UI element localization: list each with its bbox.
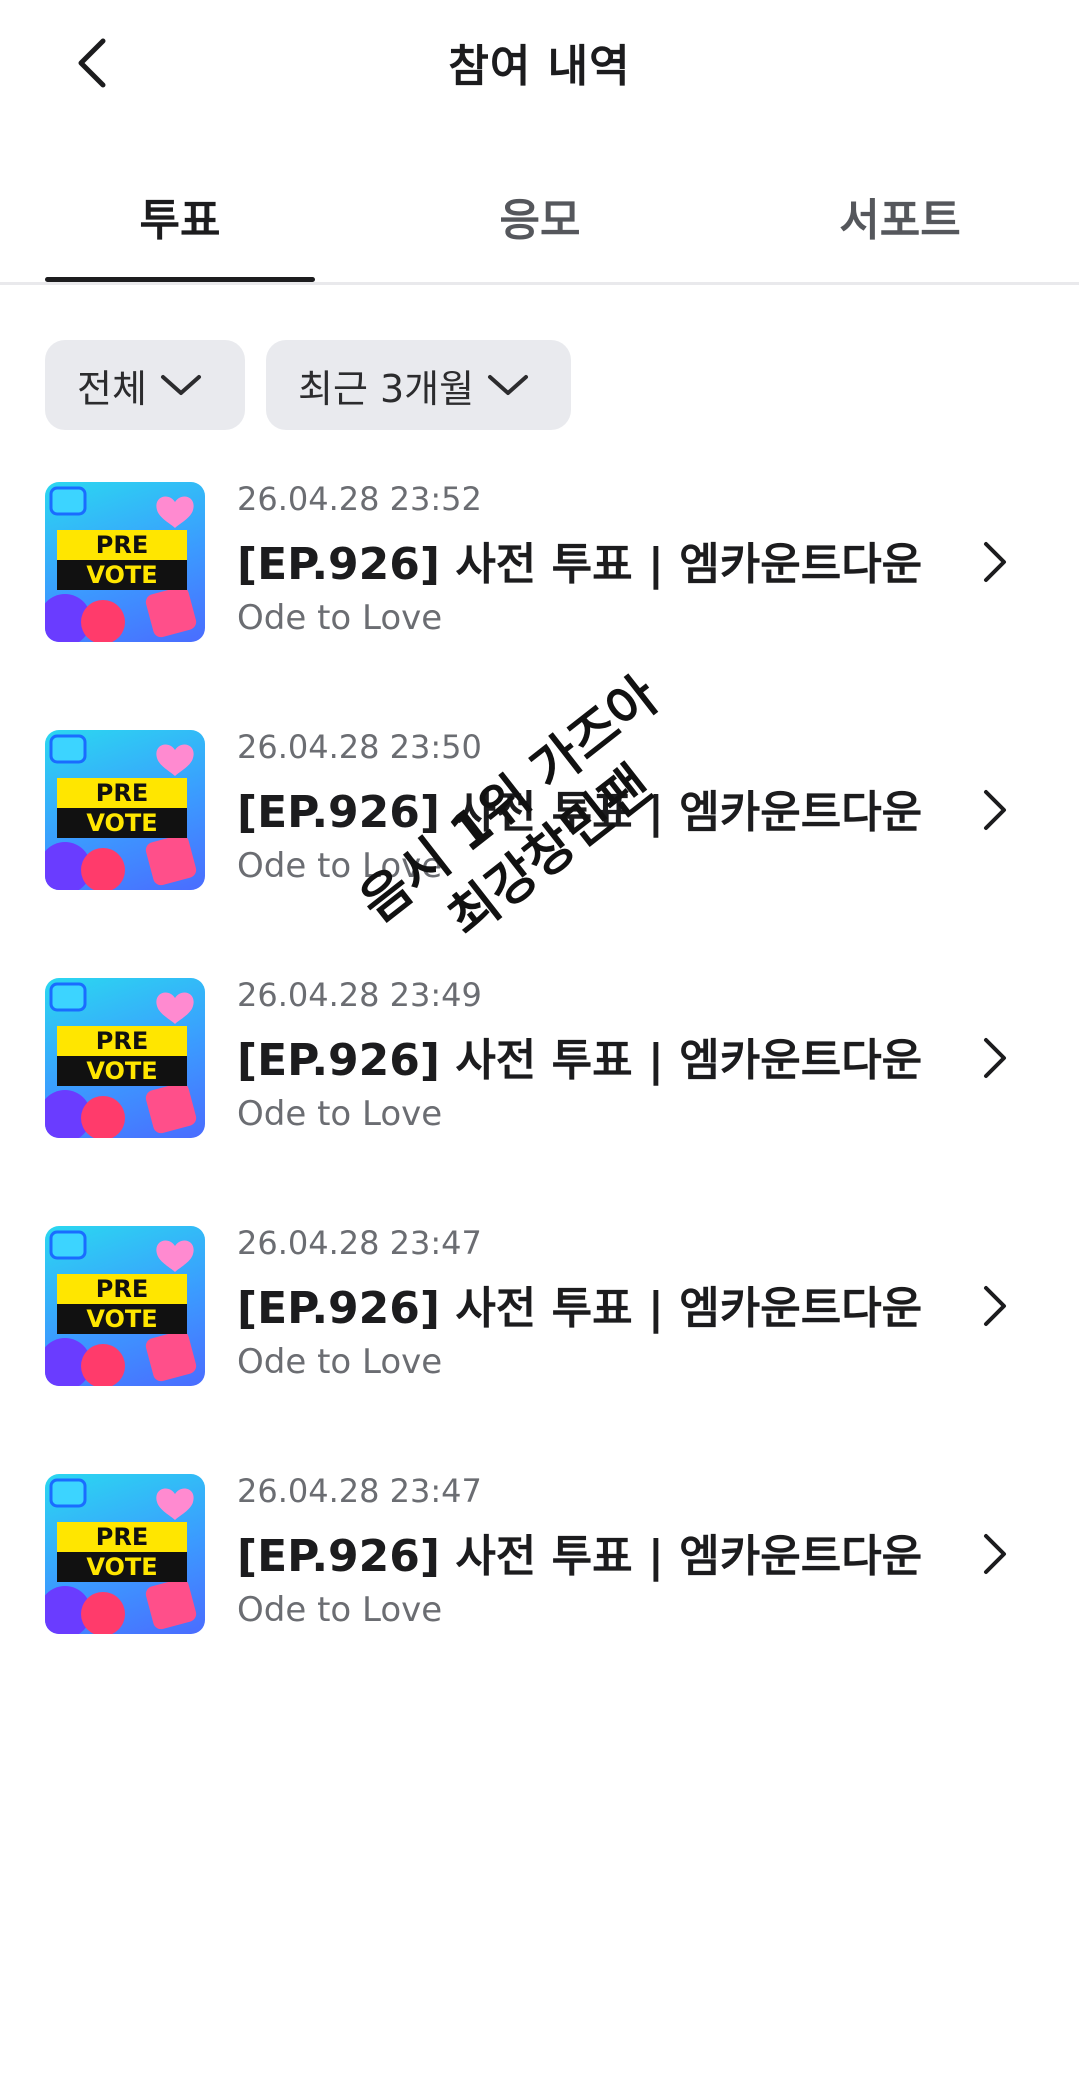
- thumb-vote-label: VOTE: [86, 1057, 157, 1085]
- category-filter-dropdown[interactable]: 전체: [45, 340, 245, 430]
- item-title: [EP.926] 사전 투표 | 엠카운트다운: [237, 1283, 923, 1334]
- chevron-right-icon: [984, 1286, 1006, 1326]
- item-datetime: 26.04.28 23:52: [237, 480, 482, 518]
- item-datetime: 26.04.28 23:50: [237, 728, 482, 766]
- item-title: [EP.926] 사전 투표 | 엠카운트다운: [237, 1035, 923, 1086]
- item-datetime: 26.04.28 23:49: [237, 976, 482, 1014]
- period-filter-label: 최근 3개월: [298, 366, 475, 411]
- list-item[interactable]: PRE VOTE 26.04.28 23:47 [EP.926] 사전 투표 |…: [0, 1472, 1079, 1642]
- chevron-right-icon: [984, 1534, 1006, 1574]
- list-item[interactable]: PRE VOTE 26.04.28 23:49 [EP.926] 사전 투표 |…: [0, 976, 1079, 1146]
- chevron-down-icon: [159, 371, 203, 399]
- pre-vote-thumbnail: PRE VOTE: [45, 1474, 205, 1634]
- item-subtitle: Ode to Love: [237, 1342, 443, 1382]
- list-item[interactable]: PRE VOTE 26.04.28 23:52 [EP.926] 사전 투표 |…: [0, 480, 1079, 650]
- tab-support[interactable]: 서포트: [765, 160, 1035, 285]
- chevron-down-icon: [486, 371, 530, 399]
- pre-vote-thumbnail: PRE VOTE: [45, 730, 205, 890]
- header: 참여 내역: [0, 0, 1079, 130]
- list-item[interactable]: PRE VOTE 26.04.28 23:47 [EP.926] 사전 투표 |…: [0, 1224, 1079, 1394]
- pre-vote-thumbnail: PRE VOTE: [45, 978, 205, 1138]
- tab-bar: 투표 응모 서포트: [0, 160, 1079, 285]
- item-subtitle: Ode to Love: [237, 1094, 443, 1134]
- chevron-right-icon: [984, 1038, 1006, 1078]
- period-filter-dropdown[interactable]: 최근 3개월: [266, 340, 571, 430]
- thumb-pre-label: PRE: [96, 779, 148, 807]
- item-subtitle: Ode to Love: [237, 846, 443, 886]
- chevron-right-icon: [984, 790, 1006, 830]
- thumb-vote-label: VOTE: [86, 809, 157, 837]
- category-filter-label: 전체: [77, 366, 147, 411]
- thumb-pre-label: PRE: [96, 1275, 148, 1303]
- thumb-pre-label: PRE: [96, 1027, 148, 1055]
- tab-entry[interactable]: 응모: [405, 160, 675, 285]
- pre-vote-thumbnail: PRE VOTE: [45, 1226, 205, 1386]
- thumb-vote-label: VOTE: [86, 1553, 157, 1581]
- pre-vote-thumbnail: PRE VOTE: [45, 482, 205, 642]
- thumb-pre-label: PRE: [96, 1523, 148, 1551]
- chevron-right-icon: [984, 542, 1006, 582]
- item-title: [EP.926] 사전 투표 | 엠카운트다운: [237, 787, 923, 838]
- item-datetime: 26.04.28 23:47: [237, 1224, 482, 1262]
- list-item[interactable]: PRE VOTE 26.04.28 23:50 [EP.926] 사전 투표 |…: [0, 728, 1079, 898]
- thumb-pre-label: PRE: [96, 531, 148, 559]
- thumb-vote-label: VOTE: [86, 561, 157, 589]
- page-title: 참여 내역: [448, 41, 631, 92]
- thumb-vote-label: VOTE: [86, 1305, 157, 1333]
- item-title: [EP.926] 사전 투표 | 엠카운트다운: [237, 539, 923, 590]
- item-subtitle: Ode to Love: [237, 598, 443, 638]
- item-title: [EP.926] 사전 투표 | 엠카운트다운: [237, 1531, 923, 1582]
- active-tab-indicator: [45, 277, 315, 282]
- item-subtitle: Ode to Love: [237, 1590, 443, 1630]
- item-datetime: 26.04.28 23:47: [237, 1472, 482, 1510]
- tab-vote[interactable]: 투표: [45, 160, 315, 285]
